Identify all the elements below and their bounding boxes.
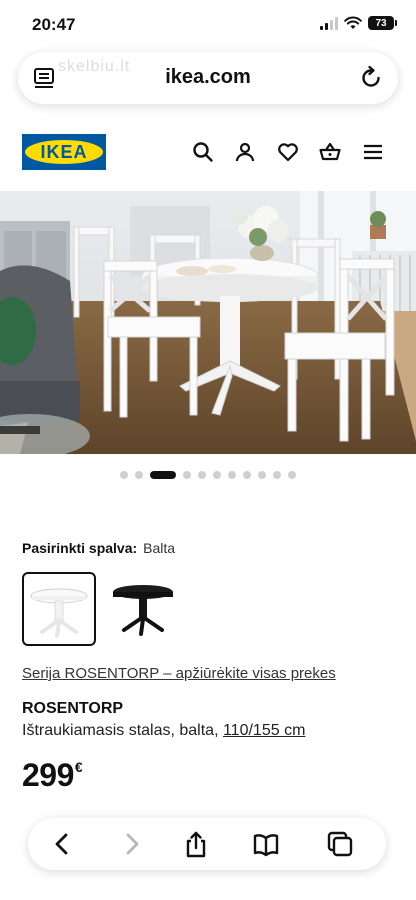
battery-icon: 73 — [368, 16, 397, 30]
cart-icon[interactable] — [318, 140, 342, 164]
price-currency: € — [74, 759, 83, 775]
reload-icon[interactable] — [358, 65, 384, 91]
status-icons: 73 — [320, 16, 397, 30]
heart-icon[interactable] — [276, 140, 300, 164]
carousel-dot[interactable] — [135, 471, 143, 479]
carousel-dot[interactable] — [183, 471, 191, 479]
product-size-link[interactable]: 110/155 cm — [223, 722, 305, 739]
carousel-dot[interactable] — [243, 471, 251, 479]
product-description: Ištraukiamasis stalas, balta, 110/155 cm — [22, 722, 305, 740]
site-header: IKEA — [0, 130, 416, 176]
ikea-logo[interactable]: IKEA — [22, 134, 106, 170]
menu-icon[interactable] — [361, 140, 385, 164]
white-table-swatch[interactable] — [22, 572, 96, 646]
logo-text: IKEA — [40, 141, 88, 162]
product-name: ROSENTORP — [22, 700, 124, 717]
carousel-dot-active[interactable] — [150, 471, 176, 479]
product-price: 299€ — [22, 757, 83, 794]
carousel-dot[interactable] — [273, 471, 281, 479]
color-label: Pasirinkti spalva: Balta — [22, 540, 175, 556]
battery-level: 73 — [375, 17, 387, 29]
signal-icon — [320, 16, 338, 30]
status-time: 20:47 — [32, 15, 76, 34]
carousel-dot[interactable] — [288, 471, 296, 479]
product-desc-text: Ištraukiamasis stalas, balta, — [22, 722, 223, 739]
carousel-dot[interactable] — [198, 471, 206, 479]
carousel-dots[interactable] — [0, 471, 416, 479]
color-label-text: Pasirinkti spalva: — [22, 540, 138, 556]
series-link[interactable]: Serija ROSENTORP – apžiūrėkite visas pre… — [22, 665, 336, 682]
wifi-icon — [344, 16, 362, 29]
address-bar[interactable]: skelbiu.lt ikea.com — [18, 52, 398, 104]
color-value: Balta — [143, 540, 176, 556]
carousel-dot[interactable] — [120, 471, 128, 479]
search-icon[interactable] — [191, 140, 215, 164]
back-icon[interactable] — [48, 830, 76, 858]
carousel-dot[interactable] — [213, 471, 221, 479]
bookmarks-icon[interactable] — [252, 830, 280, 858]
tabs-icon[interactable] — [326, 830, 354, 858]
black-table-swatch[interactable] — [108, 572, 182, 646]
share-icon[interactable] — [182, 830, 210, 858]
price-value: 299 — [22, 757, 74, 793]
carousel-dot[interactable] — [228, 471, 236, 479]
forward-icon[interactable] — [118, 830, 146, 858]
url-text[interactable]: ikea.com — [18, 66, 398, 89]
browser-toolbar — [28, 818, 386, 870]
carousel-dot[interactable] — [258, 471, 266, 479]
product-hero-image[interactable] — [0, 191, 416, 454]
status-bar: 20:47 73 — [0, 0, 416, 48]
user-icon[interactable] — [233, 140, 257, 164]
